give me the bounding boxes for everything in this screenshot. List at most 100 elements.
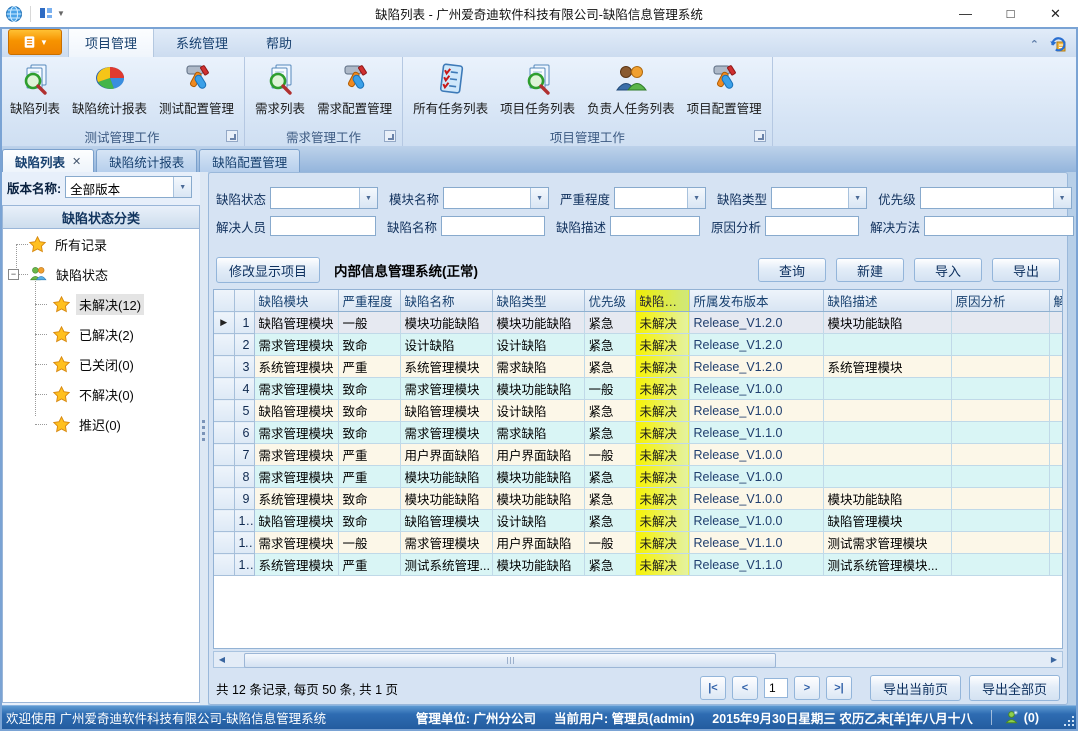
row-number-cell[interactable]: 5	[234, 400, 254, 422]
row-number-cell[interactable]: 10	[234, 510, 254, 532]
scroll-left-icon[interactable]: ◀	[214, 652, 230, 667]
cell-4-6[interactable]: Release_V1.0.0	[689, 400, 823, 422]
tree-item-1[interactable]: −缺陷状态	[3, 259, 199, 289]
column-header-1[interactable]: 严重程度	[338, 290, 400, 312]
cell-8-8[interactable]	[951, 488, 1049, 510]
cell-7-6[interactable]: Release_V1.0.0	[689, 466, 823, 488]
doc-tab-0[interactable]: 缺陷列表✕	[2, 149, 94, 172]
cell-1-7[interactable]	[823, 334, 951, 356]
table-row[interactable]: 8需求管理模块严重模块功能缺陷模块功能缺陷紧急未解决Release_V1.0.0	[214, 466, 1063, 488]
prev-page-button[interactable]: <	[732, 676, 758, 700]
ribbon-button-0-1[interactable]: 缺陷统计报表	[66, 59, 153, 127]
cell-11-2[interactable]: 测试系统管理...	[400, 554, 492, 576]
cell-2-5[interactable]: 未解决	[635, 356, 689, 378]
cell-7-8[interactable]	[951, 466, 1049, 488]
cell-11-0[interactable]: 系统管理模块	[254, 554, 338, 576]
application-menu-button[interactable]: ▼	[8, 29, 62, 55]
cell-6-2[interactable]: 用户界面缺陷	[400, 444, 492, 466]
cell-11-6[interactable]: Release_V1.1.0	[689, 554, 823, 576]
row-number-cell[interactable]: 9	[234, 488, 254, 510]
filter-combo-缺陷状态[interactable]: ▼	[270, 187, 378, 209]
cell-5-4[interactable]: 紧急	[584, 422, 635, 444]
chevron-down-icon[interactable]: ▼	[687, 188, 705, 208]
table-row[interactable]: 11需求管理模块一般需求管理模块用户界面缺陷一般未解决Release_V1.1.…	[214, 532, 1063, 554]
row-number-cell[interactable]: 11	[234, 532, 254, 554]
row-selector-cell[interactable]	[214, 378, 234, 400]
cell-9-6[interactable]: Release_V1.0.0	[689, 510, 823, 532]
cell-0-1[interactable]: 一般	[338, 312, 400, 334]
ribbon-button-2-1[interactable]: 项目任务列表	[494, 59, 581, 127]
cell-9-7[interactable]: 缺陷管理模块	[823, 510, 951, 532]
tree-item-6[interactable]: 推迟(0)	[3, 409, 199, 439]
cell-4-7[interactable]	[823, 400, 951, 422]
cell-2-4[interactable]: 紧急	[584, 356, 635, 378]
cell-8-1[interactable]: 致命	[338, 488, 400, 510]
cell-2-8[interactable]	[951, 356, 1049, 378]
toolbar-button-0[interactable]: 查询	[758, 258, 826, 282]
cell-3-1[interactable]: 致命	[338, 378, 400, 400]
column-header-8[interactable]: 原因分析	[951, 290, 1049, 312]
table-row[interactable]: 7需求管理模块严重用户界面缺陷用户界面缺陷一般未解决Release_V1.0.0	[214, 444, 1063, 466]
toolbar-button-2[interactable]: 导入	[914, 258, 982, 282]
cell-9-1[interactable]: 致命	[338, 510, 400, 532]
row-number-cell[interactable]: 4	[234, 378, 254, 400]
table-row[interactable]: 5缺陷管理模块致命缺陷管理模块设计缺陷紧急未解决Release_V1.0.0	[214, 400, 1063, 422]
cell-6-8[interactable]	[951, 444, 1049, 466]
cell-1-3[interactable]: 设计缺陷	[492, 334, 584, 356]
chevron-down-icon[interactable]: ▼	[530, 188, 548, 208]
filter-input-原因分析[interactable]	[765, 216, 859, 236]
cell-9-4[interactable]: 紧急	[584, 510, 635, 532]
filter-input-解决方法[interactable]	[924, 216, 1074, 236]
filter-input-缺陷名称[interactable]	[441, 216, 545, 236]
cell-5-7[interactable]	[823, 422, 951, 444]
row-number-cell[interactable]: 2	[234, 334, 254, 356]
cell-8-7[interactable]: 模块功能缺陷	[823, 488, 951, 510]
cell-5-0[interactable]: 需求管理模块	[254, 422, 338, 444]
column-header-5[interactable]: 缺陷状态	[635, 290, 689, 312]
cell-6-9[interactable]	[1049, 444, 1063, 466]
cell-3-4[interactable]: 一般	[584, 378, 635, 400]
maximize-button[interactable]: □	[988, 0, 1033, 27]
cell-3-5[interactable]: 未解决	[635, 378, 689, 400]
cell-8-6[interactable]: Release_V1.0.0	[689, 488, 823, 510]
tree-item-4[interactable]: 已关闭(0)	[3, 349, 199, 379]
filter-combo-缺陷类型[interactable]: ▼	[771, 187, 867, 209]
next-page-button[interactable]: >	[794, 676, 820, 700]
row-selector-cell[interactable]	[214, 400, 234, 422]
table-row[interactable]: 3系统管理模块严重系统管理模块需求缺陷紧急未解决Release_V1.2.0系统…	[214, 356, 1063, 378]
ribbon-button-1-1[interactable]: 需求配置管理	[311, 59, 398, 127]
cell-2-2[interactable]: 系统管理模块	[400, 356, 492, 378]
cell-3-9[interactable]	[1049, 378, 1063, 400]
tree-item-5[interactable]: 不解决(0)	[3, 379, 199, 409]
cell-0-6[interactable]: Release_V1.2.0	[689, 312, 823, 334]
cell-1-2[interactable]: 设计缺陷	[400, 334, 492, 356]
cell-1-4[interactable]: 紧急	[584, 334, 635, 356]
cell-2-0[interactable]: 系统管理模块	[254, 356, 338, 378]
cell-10-5[interactable]: 未解决	[635, 532, 689, 554]
refresh-icon[interactable]	[1049, 35, 1068, 53]
filter-combo-优先级[interactable]: ▼	[920, 187, 1072, 209]
cell-9-8[interactable]	[951, 510, 1049, 532]
cell-5-9[interactable]	[1049, 422, 1063, 444]
row-selector-cell[interactable]	[214, 444, 234, 466]
chevron-down-icon[interactable]: ▼	[173, 177, 191, 197]
app-globe-icon[interactable]	[5, 5, 23, 23]
column-header-6[interactable]: 所属发布版本	[689, 290, 823, 312]
filter-input-解决人员[interactable]	[270, 216, 376, 236]
cell-6-0[interactable]: 需求管理模块	[254, 444, 338, 466]
cell-4-5[interactable]: 未解决	[635, 400, 689, 422]
table-row[interactable]: ▶1缺陷管理模块一般模块功能缺陷模块功能缺陷紧急未解决Release_V1.2.…	[214, 312, 1063, 334]
column-header-0[interactable]: 缺陷模块	[254, 290, 338, 312]
cell-7-5[interactable]: 未解决	[635, 466, 689, 488]
cell-7-4[interactable]: 紧急	[584, 466, 635, 488]
table-row[interactable]: 12系统管理模块严重测试系统管理...模块功能缺陷紧急未解决Release_V1…	[214, 554, 1063, 576]
cell-8-2[interactable]: 模块功能缺陷	[400, 488, 492, 510]
toolbar-button-3[interactable]: 导出	[992, 258, 1060, 282]
row-number-cell[interactable]: 12	[234, 554, 254, 576]
cell-7-2[interactable]: 模块功能缺陷	[400, 466, 492, 488]
cell-3-2[interactable]: 需求管理模块	[400, 378, 492, 400]
cell-9-3[interactable]: 设计缺陷	[492, 510, 584, 532]
cell-5-6[interactable]: Release_V1.1.0	[689, 422, 823, 444]
chevron-down-icon[interactable]: ▼	[359, 188, 377, 208]
page-number-input[interactable]	[764, 678, 788, 698]
